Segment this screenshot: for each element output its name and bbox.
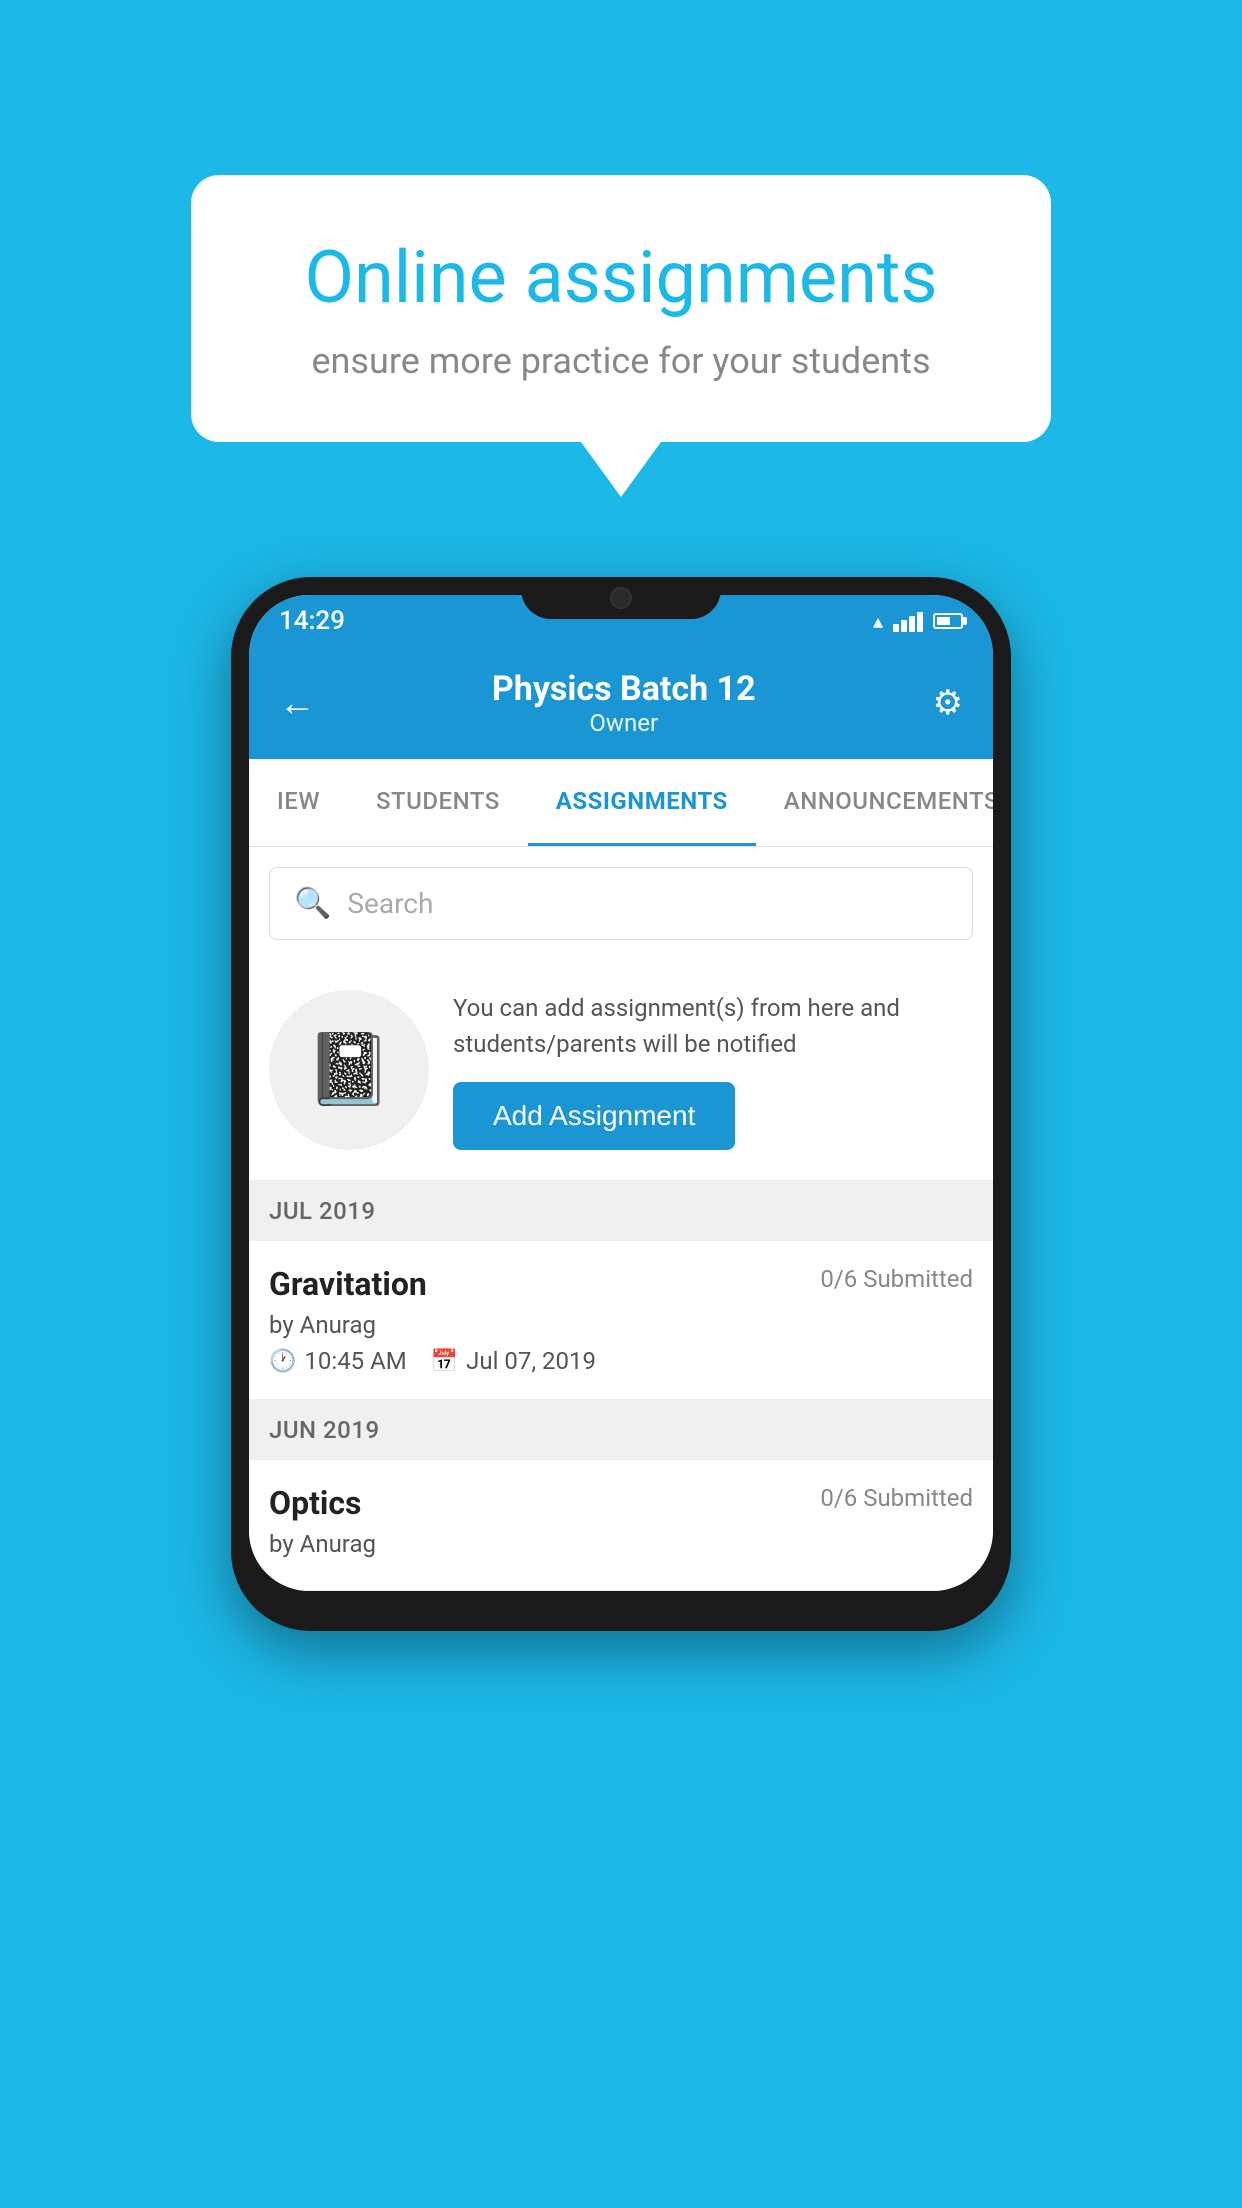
meta-date: 📅 Jul 07, 2019 bbox=[431, 1347, 596, 1375]
batch-owner: Owner bbox=[492, 709, 756, 737]
assignment-icon-circle: 📓 bbox=[269, 990, 429, 1150]
phone-notch bbox=[521, 577, 721, 619]
search-icon: 🔍 bbox=[294, 886, 331, 921]
screen-content: 🔍 Search 📓 You can add assignment(s) fro… bbox=[249, 847, 993, 1591]
speech-bubble-subtitle: ensure more practice for your students bbox=[261, 340, 981, 382]
back-button[interactable]: ← bbox=[279, 682, 315, 724]
batch-title: Physics Batch 12 bbox=[492, 669, 756, 709]
phone-outer: 14:29 ▴ bbox=[231, 577, 1011, 1631]
promo-description: You can add assignment(s) from here and … bbox=[453, 990, 973, 1062]
assignment-gravitation[interactable]: Gravitation 0/6 Submitted by Anurag 🕐 10… bbox=[249, 1241, 993, 1400]
search-bar[interactable]: 🔍 Search bbox=[269, 867, 973, 940]
assignment-name-optics: Optics bbox=[269, 1484, 361, 1522]
calendar-icon: 📅 bbox=[431, 1349, 458, 1374]
clock-icon: 🕐 bbox=[269, 1349, 296, 1374]
assignment-author-gravitation: by Anurag bbox=[269, 1311, 973, 1339]
tab-iew[interactable]: IEW bbox=[249, 759, 348, 846]
add-assignment-button[interactable]: Add Assignment bbox=[453, 1082, 735, 1150]
signal-icon bbox=[893, 610, 923, 632]
promo-text-area: You can add assignment(s) from here and … bbox=[453, 990, 973, 1150]
assignment-top-row: Gravitation 0/6 Submitted bbox=[269, 1265, 973, 1303]
tab-assignments[interactable]: ASSIGNMENTS bbox=[528, 759, 756, 846]
battery-icon bbox=[933, 613, 963, 629]
status-icons: ▴ bbox=[873, 609, 963, 633]
speech-bubble: Online assignments ensure more practice … bbox=[191, 175, 1051, 442]
assignment-meta-gravitation: 🕐 10:45 AM 📅 Jul 07, 2019 bbox=[269, 1347, 973, 1375]
phone-container: 14:29 ▴ bbox=[231, 577, 1011, 1631]
speech-bubble-container: Online assignments ensure more practice … bbox=[191, 175, 1051, 497]
notebook-icon: 📓 bbox=[305, 1029, 392, 1111]
section-jul-2019: JUL 2019 bbox=[249, 1181, 993, 1241]
speech-bubble-title: Online assignments bbox=[261, 235, 981, 320]
camera bbox=[610, 587, 632, 609]
assignment-optics[interactable]: Optics 0/6 Submitted by Anurag bbox=[249, 1460, 993, 1591]
phone-screen: 14:29 ▴ bbox=[249, 595, 993, 1591]
meta-time: 🕐 10:45 AM bbox=[269, 1347, 407, 1375]
status-time: 14:29 bbox=[279, 606, 345, 636]
assignment-submitted-optics: 0/6 Submitted bbox=[820, 1484, 973, 1512]
assignment-name-gravitation: Gravitation bbox=[269, 1265, 427, 1303]
search-placeholder: Search bbox=[347, 887, 433, 920]
tab-announcements[interactable]: ANNOUNCEMENTS bbox=[756, 759, 993, 846]
tab-students[interactable]: STUDENTS bbox=[348, 759, 528, 846]
wifi-icon: ▴ bbox=[873, 609, 883, 633]
assignment-time: 10:45 AM bbox=[304, 1347, 406, 1375]
add-assignment-promo: 📓 You can add assignment(s) from here an… bbox=[249, 960, 993, 1181]
section-jun-2019: JUN 2019 bbox=[249, 1400, 993, 1460]
header-center: Physics Batch 12 Owner bbox=[492, 669, 756, 737]
app-header: ← Physics Batch 12 Owner ⚙ bbox=[249, 647, 993, 759]
assignment-optics-top-row: Optics 0/6 Submitted bbox=[269, 1484, 973, 1522]
tabs-bar: IEW STUDENTS ASSIGNMENTS ANNOUNCEMENTS bbox=[249, 759, 993, 847]
speech-bubble-tail bbox=[581, 442, 661, 497]
assignment-submitted-gravitation: 0/6 Submitted bbox=[820, 1265, 973, 1293]
assignment-date: Jul 07, 2019 bbox=[466, 1347, 596, 1375]
assignment-author-optics: by Anurag bbox=[269, 1530, 973, 1558]
settings-icon[interactable]: ⚙ bbox=[933, 683, 963, 723]
